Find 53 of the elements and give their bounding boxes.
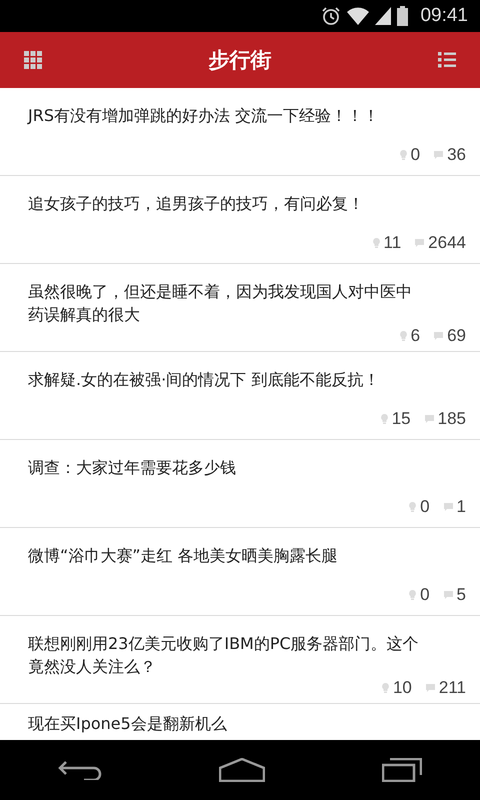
post-title: 虽然很晚了，但还是睡不着，因为我发现国人对中医中药误解真的很大 [28, 281, 413, 326]
like-count: 10 [392, 678, 412, 698]
bulb-icon [409, 502, 416, 512]
reply-count: 1 [456, 497, 466, 517]
grid-menu-icon[interactable] [22, 49, 44, 71]
like-count: 15 [392, 409, 411, 429]
bulb-icon [400, 331, 407, 341]
like-count: 0 [410, 145, 420, 165]
comment-icon [444, 591, 453, 599]
wifi-icon [347, 7, 370, 25]
comment-icon [444, 503, 453, 511]
post-row[interactable]: JRS有没有增加弹跳的好办法 交流一下经验！！！ 0 36 [0, 88, 480, 176]
post-title: 调查：大家过年需要花多少钱 [28, 457, 237, 479]
back-icon[interactable] [58, 760, 102, 780]
like-count: 6 [410, 326, 420, 346]
alarm-icon [321, 6, 342, 26]
bulb-icon [409, 590, 416, 600]
comment-icon [426, 684, 435, 692]
page-title: 步行街 [208, 47, 272, 74]
post-title: 联想刚刚用23亿美元收购了IBM的PC服务器部门。这个竟然没人关注么？ [28, 633, 420, 678]
reply-count: 5 [456, 585, 466, 605]
bulb-icon [400, 150, 407, 160]
post-row[interactable]: 虽然很晚了，但还是睡不着，因为我发现国人对中医中药误解真的很大 6 69 [0, 264, 480, 352]
comment-icon [415, 239, 424, 247]
comment-icon [434, 151, 444, 159]
post-row[interactable]: 追女孩子的技巧，追男孩子的技巧，有问必复！ 11 2644 [0, 176, 480, 264]
reply-count: 185 [438, 409, 466, 429]
post-title: 求解疑.女的在被强·间的情况下 到底能不能反抗！ [28, 369, 380, 391]
reply-count: 2644 [428, 233, 466, 253]
post-title: 微博“浴巾大赛”走红 各地美女晒美胸露长腿 [28, 545, 339, 567]
like-count: 11 [384, 233, 402, 253]
recent-apps-icon[interactable] [382, 758, 422, 782]
post-row[interactable]: 联想刚刚用23亿美元收购了IBM的PC服务器部门。这个竟然没人关注么？ 10 211 [0, 616, 480, 704]
post-row[interactable]: 调查：大家过年需要花多少钱 0 1 [0, 440, 480, 528]
battery-icon [397, 6, 408, 26]
like-count: 0 [420, 585, 430, 605]
comment-icon [424, 415, 434, 423]
home-icon[interactable] [218, 758, 265, 782]
bulb-icon [380, 414, 388, 424]
post-row[interactable]: 微博“浴巾大赛”走红 各地美女晒美胸露长腿 0 5 [0, 528, 480, 616]
bulb-icon [382, 683, 389, 693]
reply-count: 69 [447, 326, 466, 346]
status-time: 09:41 [420, 5, 468, 27]
signal-icon [375, 7, 392, 25]
bulb-icon [372, 238, 380, 248]
reply-count: 36 [447, 145, 466, 165]
like-count: 0 [420, 497, 430, 517]
post-row[interactable]: 求解疑.女的在被强·间的情况下 到底能不能反抗！ 15 185 [0, 352, 480, 440]
post-title: 现在买Ipone5会是翻新机么 [28, 713, 228, 735]
comment-icon [434, 332, 444, 340]
reply-count: 211 [438, 678, 466, 698]
post-title: 追女孩子的技巧，追男孩子的技巧，有问必复！ [28, 193, 365, 215]
post-title: JRS有没有增加弹跳的好办法 交流一下经验！！！ [28, 105, 380, 127]
